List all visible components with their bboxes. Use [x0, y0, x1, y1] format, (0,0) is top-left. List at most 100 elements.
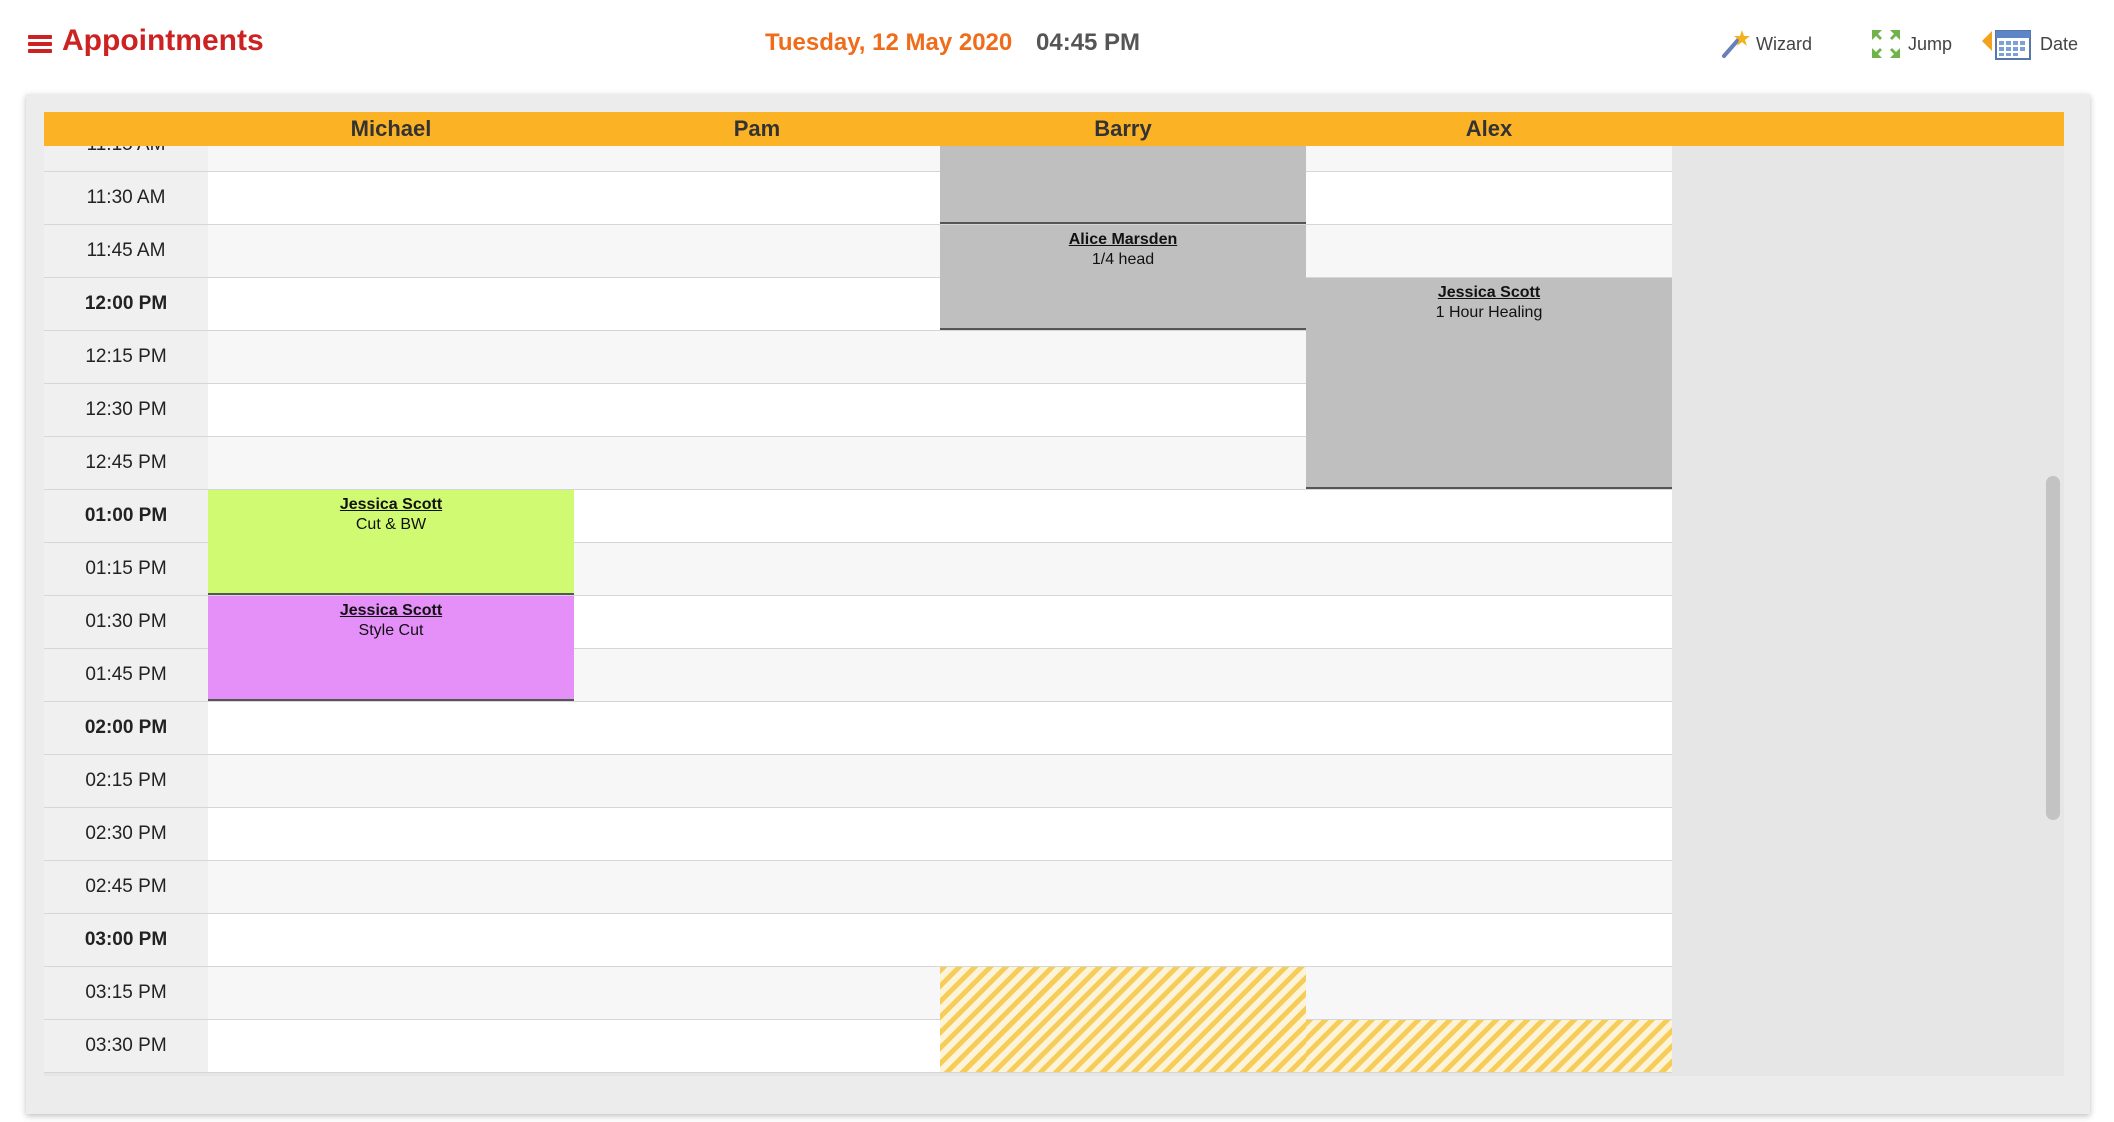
time-label: 11:45 AM — [44, 225, 208, 278]
appointment-client[interactable]: Jessica Scott — [208, 496, 574, 514]
time-slot-alex[interactable] — [1306, 967, 1672, 1020]
time-slot-pam[interactable] — [574, 967, 941, 1020]
time-slot-pam[interactable] — [574, 808, 941, 861]
appointment-service: Style Cut — [358, 622, 424, 639]
time-slot-michael[interactable] — [208, 331, 575, 384]
time-row: 02:00 PM — [44, 702, 1672, 755]
time-slot-alex[interactable] — [1306, 702, 1672, 755]
time-slot-barry[interactable] — [940, 861, 1307, 914]
time-slot-michael[interactable] — [208, 1020, 575, 1073]
time-slot-pam[interactable] — [574, 146, 941, 172]
time-slot-michael[interactable] — [208, 384, 575, 437]
current-time: 04:45 PM — [1036, 29, 1141, 56]
time-slot-barry[interactable] — [940, 808, 1307, 861]
time-slot-pam[interactable] — [574, 225, 941, 278]
menu-icon[interactable] — [28, 32, 56, 56]
time-slot-barry[interactable] — [940, 331, 1307, 384]
time-row: 03:00 PM — [44, 914, 1672, 967]
time-slot-michael[interactable] — [208, 914, 575, 967]
time-slot-barry[interactable] — [940, 596, 1307, 649]
vertical-scrollbar[interactable] — [2046, 476, 2060, 820]
current-date: Tuesday, 12 May 2020 — [765, 29, 1013, 56]
time-slot-barry[interactable] — [940, 384, 1307, 437]
time-slot-pam[interactable] — [574, 914, 941, 967]
time-slot-michael[interactable] — [208, 755, 575, 808]
time-slot-michael[interactable] — [208, 437, 575, 490]
header-filler — [1672, 112, 2064, 146]
unavailable-block[interactable] — [1306, 1020, 1672, 1072]
time-slot-barry[interactable] — [940, 490, 1307, 543]
time-slot-michael[interactable] — [208, 808, 575, 861]
time-slot-pam[interactable] — [574, 649, 941, 702]
time-slot-barry[interactable] — [940, 702, 1307, 755]
time-slot-alex[interactable] — [1306, 914, 1672, 967]
time-slot-pam[interactable] — [574, 331, 941, 384]
time-slot-alex[interactable] — [1306, 861, 1672, 914]
time-slot-michael[interactable] — [208, 278, 575, 331]
time-label: 01:30 PM — [44, 596, 208, 649]
unavailable-block[interactable] — [940, 967, 1306, 1072]
time-label: 12:45 PM — [44, 437, 208, 490]
time-slot-barry[interactable] — [940, 543, 1307, 596]
staff-header-alex[interactable]: Alex — [1306, 112, 1672, 146]
appointment-service: Cut & BW — [355, 516, 427, 533]
staff-header-pam[interactable]: Pam — [574, 112, 940, 146]
staff-header-barry[interactable]: Barry — [940, 112, 1306, 146]
time-slot-pam[interactable] — [574, 278, 941, 331]
time-label: 02:15 PM — [44, 755, 208, 808]
wizard-button[interactable]: Wizard — [1720, 26, 1812, 62]
time-slot-alex[interactable] — [1306, 490, 1672, 543]
time-slot-michael[interactable] — [208, 172, 575, 225]
appointment-block[interactable]: Jessica Scott Style Cut — [208, 596, 574, 701]
time-slot-pam[interactable] — [574, 172, 941, 225]
appointment-client[interactable]: Jessica Scott — [1306, 284, 1672, 302]
time-label: 12:00 PM — [44, 278, 208, 331]
time-slot-alex[interactable] — [1306, 146, 1672, 172]
time-row: 11:30 AM — [44, 172, 1672, 225]
time-slot-alex[interactable] — [1306, 755, 1672, 808]
time-slot-pam[interactable] — [574, 596, 941, 649]
appointment-client[interactable]: Alice Marsden — [940, 231, 1306, 249]
time-slot-pam[interactable] — [574, 437, 941, 490]
time-slot-alex[interactable] — [1306, 225, 1672, 278]
appointment-block[interactable]: Alice Marsden 1/4 head — [940, 225, 1306, 330]
time-slot-michael[interactable] — [208, 146, 575, 172]
time-label: 02:00 PM — [44, 702, 208, 755]
time-slot-pam[interactable] — [574, 384, 941, 437]
time-label: 11:30 AM — [44, 172, 208, 225]
time-slot-michael[interactable] — [208, 702, 575, 755]
page-title: Appointments — [62, 24, 264, 57]
appointment-block[interactable]: Jessica Scott 1 Hour Healing — [1306, 278, 1672, 489]
calendar-icon — [1982, 30, 2031, 60]
time-slot-alex[interactable] — [1306, 808, 1672, 861]
time-slot-barry[interactable] — [940, 755, 1307, 808]
time-slot-alex[interactable] — [1306, 649, 1672, 702]
time-row: 03:15 PM — [44, 967, 1672, 1020]
staff-header-michael[interactable]: Michael — [208, 112, 574, 146]
jump-button[interactable]: Jump — [1870, 26, 1952, 62]
time-slot-barry[interactable] — [940, 437, 1307, 490]
time-slot-barry[interactable] — [940, 649, 1307, 702]
time-slot-pam[interactable] — [574, 490, 941, 543]
time-label: 03:30 PM — [44, 1020, 208, 1073]
time-slot-alex[interactable] — [1306, 543, 1672, 596]
appointment-client[interactable]: Jessica Scott — [208, 602, 574, 620]
booked-block[interactable] — [940, 146, 1306, 224]
time-slot-michael[interactable] — [208, 861, 575, 914]
date-button[interactable]: Date — [1982, 26, 2078, 62]
time-slot-alex[interactable] — [1306, 596, 1672, 649]
jump-label: Jump — [1908, 33, 1953, 54]
wand-icon — [1722, 30, 1750, 58]
time-slot-pam[interactable] — [574, 755, 941, 808]
appointment-block[interactable]: Jessica Scott Cut & BW — [208, 490, 574, 595]
time-slot-michael[interactable] — [208, 225, 575, 278]
time-slot-pam[interactable] — [574, 861, 941, 914]
time-slot-pam[interactable] — [574, 702, 941, 755]
time-slot-pam[interactable] — [574, 1020, 941, 1073]
time-slot-barry[interactable] — [940, 914, 1307, 967]
time-label: 11:15 AM — [44, 146, 208, 172]
time-slot-alex[interactable] — [1306, 172, 1672, 225]
time-slot-pam[interactable] — [574, 543, 941, 596]
time-slot-michael[interactable] — [208, 967, 575, 1020]
time-row: 11:45 AM — [44, 225, 1672, 278]
